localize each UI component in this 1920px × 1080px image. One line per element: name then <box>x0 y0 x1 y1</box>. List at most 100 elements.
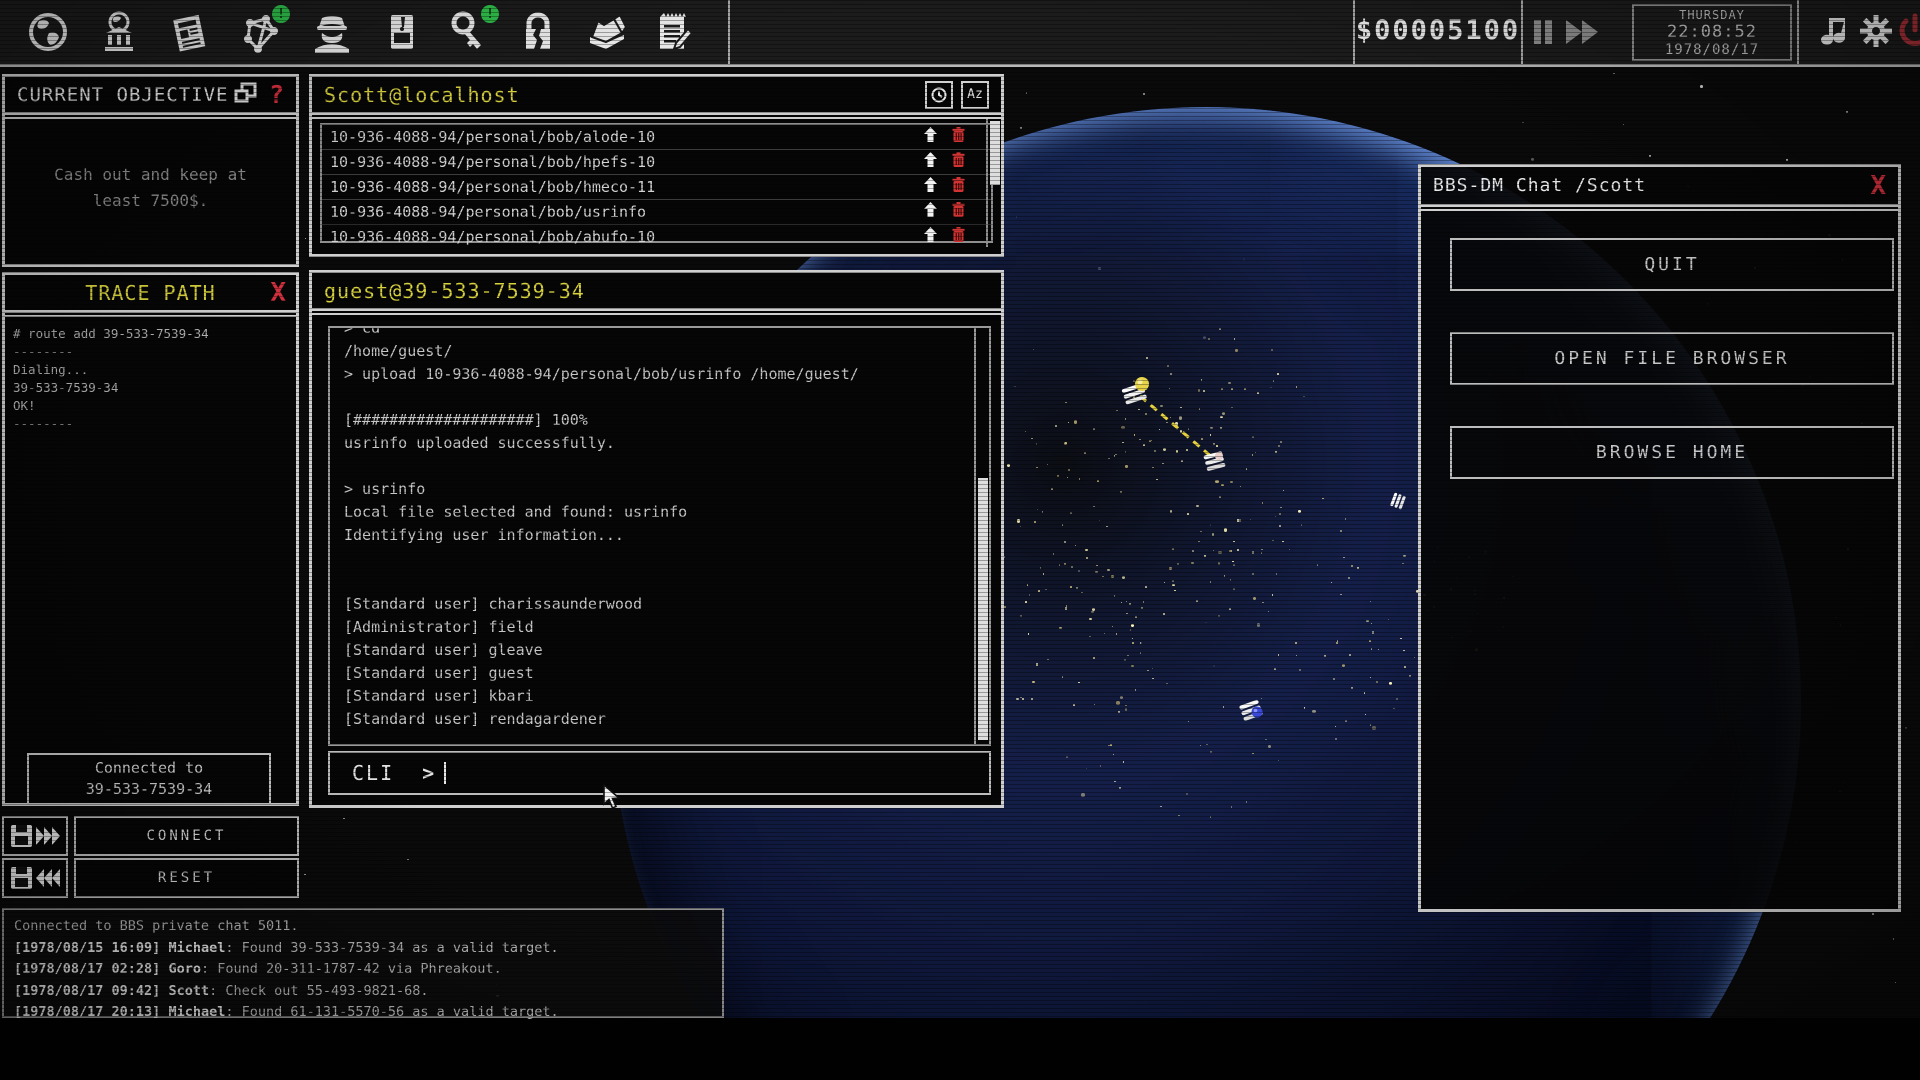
fast-forward-icon <box>1566 20 1598 44</box>
terminal-line: > cd <box>344 326 989 340</box>
trash-icon[interactable] <box>952 177 965 197</box>
terminal-line: Local file selected and found: usrinfo <box>344 501 989 524</box>
file-list-scrollbar[interactable] <box>986 119 1001 247</box>
message-text: : Found 39-533-7539-34 as a valid target… <box>225 940 558 956</box>
message-author: Goro <box>168 961 201 977</box>
remote-terminal-window: guest@39-533-7539-34 > cd/home/guest/> u… <box>309 270 1004 808</box>
notes-icon[interactable] <box>650 9 696 55</box>
connect-button[interactable]: CONNECT <box>74 816 299 856</box>
connected-status-box: Connected to 39-533-7539-34 <box>27 753 271 805</box>
contracts-icon[interactable] <box>379 9 425 55</box>
power-icon[interactable] <box>1896 12 1920 50</box>
map-node-white[interactable] <box>1200 446 1230 480</box>
open-file-browser-button[interactable]: OPEN FILE BROWSER <box>1450 332 1894 385</box>
terminal-scrollback[interactable]: > cd/home/guest/> upload 10-936-4088-94/… <box>328 326 991 746</box>
bottom-bar <box>0 1018 1920 1080</box>
map-node-small[interactable] <box>1388 492 1408 514</box>
save-rewind-icon[interactable] <box>2 858 68 898</box>
news-icon[interactable] <box>167 9 213 55</box>
message-text: : Check out 55-493-9821-68. <box>209 983 428 999</box>
spy-icon[interactable] <box>309 9 355 55</box>
world-icon[interactable] <box>25 9 71 55</box>
settings-gear-icon[interactable] <box>1857 12 1895 50</box>
terminal-title: guest@39-533-7539-34 <box>324 279 585 303</box>
browse-home-button[interactable]: BROWSE HOME <box>1450 426 1894 479</box>
trace-window: TRACE PATH X # route add 39-533-7539-34-… <box>2 272 299 806</box>
terminal-line <box>344 455 989 478</box>
lock-cracker-icon[interactable] <box>515 9 561 55</box>
bbs-log-message: [1978/08/17 20:13] Michael: Found 61-131… <box>14 1002 712 1024</box>
terminal-line <box>344 386 989 409</box>
music-icon[interactable] <box>1815 12 1853 50</box>
trash-icon[interactable] <box>952 152 965 172</box>
history-clock-button[interactable] <box>925 81 953 109</box>
trace-log-line: -------- <box>13 343 209 361</box>
terminal-scrollbar[interactable] <box>974 328 989 744</box>
file-row[interactable]: 10-936-4088-94/personal/bob/hmeco-11 <box>322 175 991 200</box>
file-window-title: Scott@localhost <box>324 83 520 107</box>
message-timestamp: [1978/08/17 09:42] <box>14 983 160 999</box>
upload-arrow-icon[interactable] <box>923 152 938 172</box>
top-toolbar: ! ! <box>0 0 1920 67</box>
terminal-line: [Administrator] field <box>344 616 989 639</box>
bbs-log-message: [1978/08/15 16:09] Michael: Found 39-533… <box>14 938 712 960</box>
terminal-line: usrinfo uploaded successfully. <box>344 432 989 455</box>
terminal-line: [Standard user] guest <box>344 662 989 685</box>
logs-icon[interactable] <box>584 9 630 55</box>
trace-log-line: -------- <box>13 415 209 433</box>
upload-arrow-icon[interactable] <box>923 177 938 197</box>
game-screen: ! ! <box>0 0 1920 1080</box>
reset-button[interactable]: RESET <box>74 858 299 898</box>
terminal-line: /home/guest/ <box>344 340 989 363</box>
objective-window: CURRENT OBJECTIVE ? Cash out and keep at… <box>2 74 299 267</box>
map-node-blue[interactable] <box>1236 695 1268 729</box>
save-forward-icon[interactable] <box>2 816 68 856</box>
quit-button[interactable]: QUIT <box>1450 238 1894 291</box>
keys-alert-badge: ! <box>481 5 499 23</box>
sort-az-button[interactable]: Az <box>961 81 989 109</box>
upload-arrow-icon[interactable] <box>923 127 938 147</box>
file-row[interactable]: 10-936-4088-94/personal/bob/abufo-10 <box>322 225 991 249</box>
trace-log-line: # route add 39-533-7539-34 <box>13 325 209 343</box>
help-icon[interactable]: ? <box>269 80 284 109</box>
bbs-log-panel: Connected to BBS private chat 5011. [197… <box>2 908 724 1018</box>
keys-icon[interactable]: ! <box>447 9 493 55</box>
popout-icon[interactable] <box>233 81 259 109</box>
file-row[interactable]: 10-936-4088-94/personal/bob/usrinfo <box>322 200 991 225</box>
bank-icon[interactable] <box>96 9 142 55</box>
network-alert-badge: ! <box>272 5 290 23</box>
map-node-yellow[interactable] <box>1118 374 1156 414</box>
close-icon[interactable]: X <box>270 280 286 306</box>
message-text: : Found 20-311-1787-42 via Phreakout. <box>201 961 502 977</box>
file-row[interactable]: 10-936-4088-94/personal/bob/alode-10 <box>322 125 991 150</box>
cli-input-bar[interactable]: CLI > <box>328 751 991 795</box>
trash-icon[interactable] <box>952 202 965 222</box>
money-divider-right <box>1521 0 1523 64</box>
cli-label: CLI <box>352 761 394 785</box>
file-transfer-window: Scott@localhost Az 10-936-4088-94/person… <box>309 74 1004 257</box>
text-caret <box>444 762 446 784</box>
bbs-log-status: Connected to BBS private chat 5011. <box>14 916 712 938</box>
file-path: 10-936-4088-94/personal/bob/alode-10 <box>330 128 923 146</box>
trace-log-line: 39-533-7539-34 <box>13 379 209 397</box>
upload-arrow-icon[interactable] <box>923 227 938 247</box>
connected-number: 39-533-7539-34 <box>86 779 212 800</box>
network-icon[interactable]: ! <box>238 9 284 55</box>
file-row[interactable]: 10-936-4088-94/personal/bob/hpefs-10 <box>322 150 991 175</box>
message-timestamp: [1978/08/17 02:28] <box>14 961 160 977</box>
message-timestamp: [1978/08/15 16:09] <box>14 940 160 956</box>
clock-day: THURSDAY <box>1679 8 1745 22</box>
close-icon[interactable]: X <box>1870 173 1886 199</box>
trash-icon[interactable] <box>952 227 965 247</box>
connected-label: Connected to <box>95 758 203 779</box>
file-path: 10-936-4088-94/personal/bob/hpefs-10 <box>330 153 923 171</box>
message-author: Scott <box>168 983 209 999</box>
mouse-cursor <box>602 784 626 814</box>
toolbar-divider <box>728 0 730 64</box>
bbs-log-message: [1978/08/17 02:28] Goro: Found 20-311-17… <box>14 959 712 981</box>
trash-icon[interactable] <box>952 127 965 147</box>
file-path: 10-936-4088-94/personal/bob/hmeco-11 <box>330 178 923 196</box>
file-path: 10-936-4088-94/personal/bob/abufo-10 <box>330 228 923 246</box>
upload-arrow-icon[interactable] <box>923 202 938 222</box>
terminal-line: > usrinfo <box>344 478 989 501</box>
